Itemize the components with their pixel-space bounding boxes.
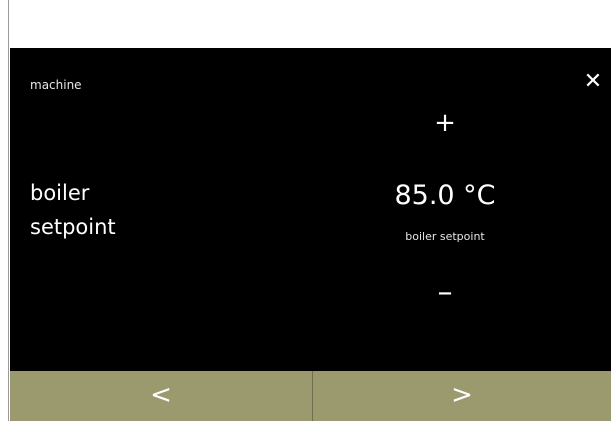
setting-title: boiler setpoint <box>30 181 116 239</box>
left-edge-line <box>8 0 9 421</box>
setpoint-value: 85.0 °C <box>394 180 496 211</box>
page: machine ✕ boiler setpoint + 85.0 °C boil… <box>0 0 611 421</box>
decrease-button[interactable]: – <box>430 278 460 308</box>
value-stepper: + 85.0 °C boiler setpoint – <box>345 106 545 326</box>
settings-screen: machine ✕ boiler setpoint + 85.0 °C boil… <box>10 48 611 371</box>
setpoint-caption: boiler setpoint <box>405 230 485 243</box>
navigation-bar: < > <box>10 371 611 421</box>
breadcrumb: machine <box>30 78 82 92</box>
increase-button[interactable]: + <box>430 108 460 138</box>
close-icon[interactable]: ✕ <box>581 70 605 94</box>
next-button[interactable]: > <box>313 371 611 421</box>
previous-button[interactable]: < <box>10 371 312 421</box>
